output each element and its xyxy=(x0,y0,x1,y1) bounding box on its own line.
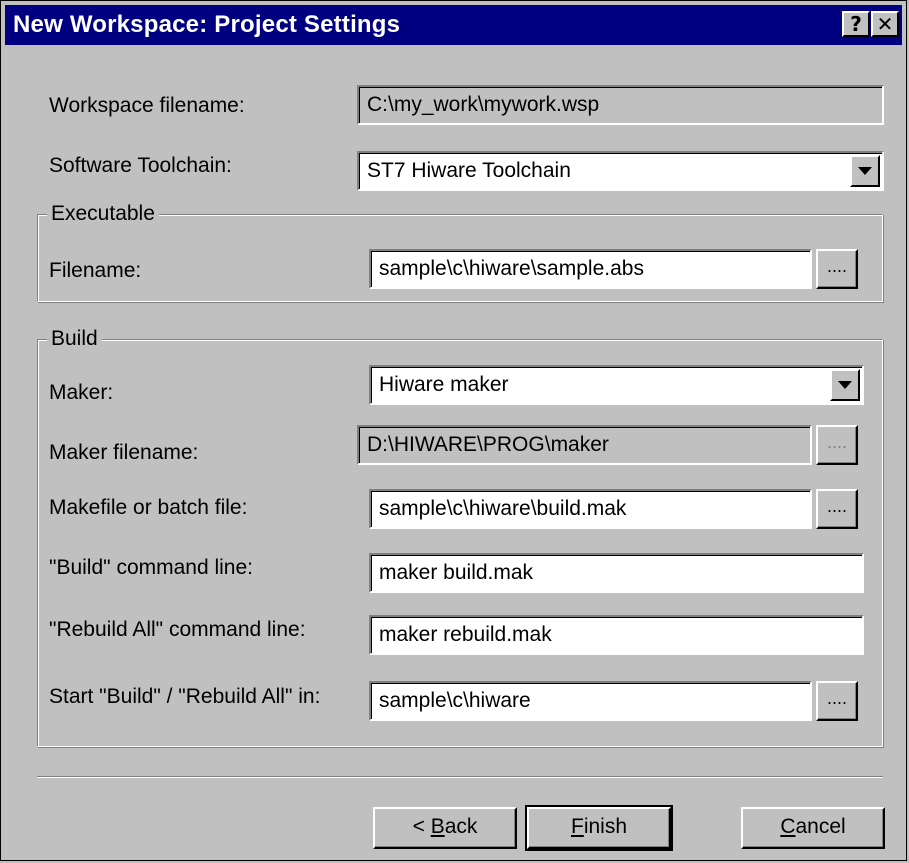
makefile-browse-button[interactable]: .... xyxy=(816,489,858,529)
build-command-label: "Build" command line: xyxy=(49,556,254,579)
rebuild-command-input[interactable]: maker rebuild.mak xyxy=(369,615,864,655)
back-label-rest: ack xyxy=(444,815,478,838)
back-button[interactable]: < Back xyxy=(373,807,517,849)
makefile-label: Makefile or batch file: xyxy=(49,496,248,519)
title-bar: New Workspace: Project Settings ? ✕ xyxy=(5,5,902,45)
rebuild-command-label: "Rebuild All" command line: xyxy=(49,618,306,641)
chevron-down-icon xyxy=(858,167,872,175)
maker-filename-label: Maker filename: xyxy=(49,441,199,464)
maker-select[interactable]: Hiware maker xyxy=(369,365,864,405)
help-button[interactable]: ? xyxy=(842,11,870,37)
executable-browse-button[interactable]: .... xyxy=(816,249,858,289)
maker-filename-field: D:\HIWARE\PROG\maker xyxy=(357,425,812,465)
makefile-input[interactable]: sample\c\hiware\build.mak xyxy=(369,489,812,529)
workspace-filename-field: C:\my_work\mywork.wsp xyxy=(357,85,884,125)
window-title: New Workspace: Project Settings xyxy=(13,11,401,38)
maker-filename-browse-button: .... xyxy=(816,425,858,465)
back-prefix: < xyxy=(412,815,431,838)
start-in-browse-button[interactable]: .... xyxy=(816,681,858,721)
build-command-input[interactable]: maker build.mak xyxy=(369,553,864,593)
back-accelerator: B xyxy=(430,815,445,838)
finish-button[interactable]: Finish xyxy=(525,805,673,851)
executable-group-title: Executable xyxy=(47,202,159,226)
maker-label: Maker: xyxy=(49,381,114,404)
cancel-accelerator: C xyxy=(780,815,796,838)
close-button[interactable]: ✕ xyxy=(871,11,899,37)
software-toolchain-select[interactable]: ST7 Hiware Toolchain xyxy=(357,151,884,191)
start-in-label: Start "Build" / "Rebuild All" in: xyxy=(49,685,321,708)
start-in-input[interactable]: sample\c\hiware xyxy=(369,681,812,721)
dialog-window: New Workspace: Project Settings ? ✕ Work… xyxy=(0,0,907,861)
maker-dropdown-button[interactable] xyxy=(830,369,860,401)
executable-filename-label: Filename: xyxy=(49,259,142,282)
build-group-title: Build xyxy=(47,327,102,351)
software-toolchain-value: ST7 Hiware Toolchain xyxy=(367,159,571,182)
cancel-button[interactable]: Cancel xyxy=(741,807,885,849)
finish-label-rest: inish xyxy=(583,815,628,838)
toolchain-dropdown-button[interactable] xyxy=(850,155,880,187)
separator-line xyxy=(37,776,883,778)
maker-value: Hiware maker xyxy=(379,373,509,396)
finish-accelerator: F xyxy=(570,815,584,838)
software-toolchain-label: Software Toolchain: xyxy=(49,154,232,177)
executable-filename-input[interactable]: sample\c\hiware\sample.abs xyxy=(369,249,812,289)
workspace-filename-label: Workspace filename: xyxy=(49,94,245,117)
chevron-down-icon xyxy=(838,381,852,389)
cancel-label-rest: ancel xyxy=(795,815,846,838)
